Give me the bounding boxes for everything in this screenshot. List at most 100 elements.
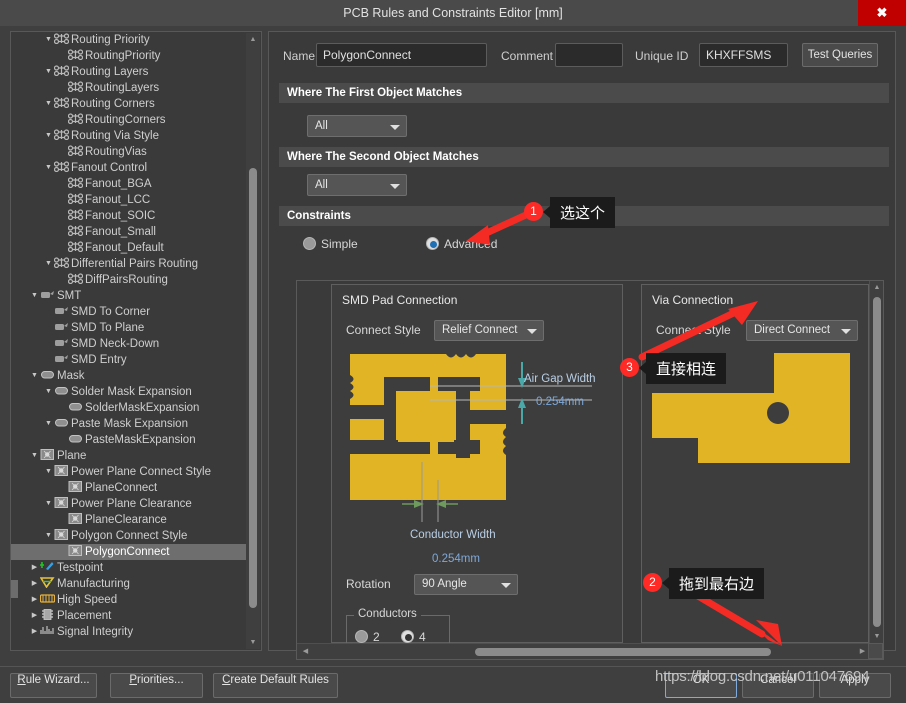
constraints-vscroll-thumb[interactable]	[873, 297, 881, 627]
tree-item-label: Fanout_SOIC	[85, 210, 156, 222]
tree-item-mask[interactable]: ▼ Mask	[11, 368, 247, 384]
plane-icon	[40, 449, 55, 461]
annotation-3-callout: 直接相连	[638, 353, 727, 384]
simple-radio[interactable]: Simple	[303, 236, 383, 252]
tree-item-polygon-connect-style[interactable]: ▼ Polygon Connect Style	[11, 528, 247, 544]
tree-item-testpoint[interactable]: ▶ Testpoint	[11, 560, 247, 576]
chevron-down-icon[interactable]: ▼	[29, 288, 40, 304]
chevron-down-icon[interactable]: ▼	[29, 368, 40, 384]
chevron-down-icon[interactable]: ▼	[43, 528, 54, 544]
tree-horizontal-scroll-marker[interactable]	[11, 580, 18, 598]
tree-item-routing-priority[interactable]: ▼ Routing Priority	[11, 32, 247, 48]
chevron-right-icon[interactable]: ▶	[29, 624, 40, 640]
tree-item-label: SMD Entry	[71, 354, 127, 366]
rotation-combo[interactable]: 90 Angle	[414, 574, 518, 595]
unique-id-input[interactable]	[699, 43, 788, 67]
chevron-down-icon[interactable]: ▼	[43, 160, 54, 176]
first-object-scope-combo[interactable]: All	[307, 115, 407, 137]
priorities-button[interactable]: Priorities...	[110, 673, 203, 698]
tree-item-routingvias[interactable]: RoutingVias	[11, 144, 247, 160]
tree-item-differential-pairs-routing[interactable]: ▼ Differential Pairs Routing	[11, 256, 247, 272]
routing-icon	[67, 145, 84, 157]
test-queries-button[interactable]: Test Queries	[802, 43, 878, 67]
tree-item-routing-via-style[interactable]: ▼ Routing Via Style	[11, 128, 247, 144]
chevron-right-icon[interactable]: ▶	[29, 576, 40, 592]
chevron-down-icon[interactable]: ▼	[43, 128, 54, 144]
chevron-down-icon[interactable]: ▼	[43, 464, 54, 480]
chevron-down-icon[interactable]: ▼	[29, 448, 40, 464]
tree-item-diffpairsrouting[interactable]: DiffPairsRouting	[11, 272, 247, 288]
rules-tree[interactable]: ▼ Routing Priority RoutingPriority ▼ Routing…	[11, 32, 247, 650]
tree-item-planeclearance[interactable]: PlaneClearance	[11, 512, 247, 528]
comment-input[interactable]	[555, 43, 623, 67]
scroll-left-icon[interactable]: ◀	[299, 644, 312, 659]
tree-item-power-plane-clearance[interactable]: ▼ Power Plane Clearance	[11, 496, 247, 512]
chevron-down-icon[interactable]: ▼	[43, 416, 54, 432]
tree-item-solder-mask-expansion[interactable]: ▼ Solder Mask Expansion	[11, 384, 247, 400]
tree-item-plane[interactable]: ▼ Plane	[11, 448, 247, 464]
constraints-horizontal-scrollbar[interactable]: ◀ ▶	[297, 643, 883, 659]
close-icon: ✖	[876, 5, 888, 20]
rule-wizard-label: ule Wizard...	[25, 674, 90, 686]
chevron-down-icon[interactable]: ▼	[43, 384, 54, 400]
chevron-down-icon[interactable]: ▼	[43, 64, 54, 80]
signal-icon	[40, 625, 55, 637]
tree-item-routing-layers[interactable]: ▼ Routing Layers	[11, 64, 247, 80]
tree-item-high-speed[interactable]: ▶ High Speed	[11, 592, 247, 608]
tree-item-fanout-soic[interactable]: Fanout_SOIC	[11, 208, 247, 224]
tree-item-fanout-lcc[interactable]: Fanout_LCC	[11, 192, 247, 208]
scroll-up-icon[interactable]: ▲	[870, 281, 883, 294]
create-default-rules-button[interactable]: Create Default Rules	[213, 673, 338, 698]
tree-item-pastemaskexpansion[interactable]: PasteMaskExpansion	[11, 432, 247, 448]
rule-wizard-button[interactable]: Rule Wizard...	[10, 673, 97, 698]
name-input[interactable]	[316, 43, 487, 67]
chevron-right-icon[interactable]: ▶	[29, 560, 40, 576]
tree-item-fanout-small[interactable]: Fanout_Small	[11, 224, 247, 240]
smt-icon	[54, 353, 69, 365]
tree-item-smd-neck-down[interactable]: SMD Neck-Down	[11, 336, 247, 352]
constraints-vertical-scrollbar[interactable]: ▲ ▼	[869, 281, 883, 643]
tree-scrollbar-thumb[interactable]	[249, 168, 257, 608]
tree-item-planeconnect[interactable]: PlaneConnect	[11, 480, 247, 496]
smd-connect-style-combo[interactable]: Relief Connect	[434, 320, 544, 341]
tree-item-routingpriority[interactable]: RoutingPriority	[11, 48, 247, 64]
chevron-right-icon[interactable]: ▶	[29, 608, 40, 624]
tree-item-routinglayers[interactable]: RoutingLayers	[11, 80, 247, 96]
scroll-down-icon[interactable]: ▼	[870, 630, 883, 643]
chevron-right-icon[interactable]: ▶	[29, 592, 40, 608]
tree-item-paste-mask-expansion[interactable]: ▼ Paste Mask Expansion	[11, 416, 247, 432]
routing-icon	[53, 97, 70, 109]
tree-item-power-plane-connect-style[interactable]: ▼ Power Plane Connect Style	[11, 464, 247, 480]
tree-item-smd-to-corner[interactable]: SMD To Corner	[11, 304, 247, 320]
tree-vertical-scrollbar[interactable]: ▲ ▼	[246, 33, 260, 649]
via-connect-style-combo[interactable]: Direct Connect	[746, 320, 858, 341]
tree-item-fanout-default[interactable]: Fanout_Default	[11, 240, 247, 256]
chevron-down-icon[interactable]: ▼	[43, 96, 54, 112]
smd-connect-style-label: Connect Style	[346, 323, 421, 337]
advanced-radio[interactable]: Advanced	[426, 236, 526, 252]
tree-item-smt[interactable]: ▼ SMT	[11, 288, 247, 304]
tree-item-fanout-control[interactable]: ▼ Fanout Control	[11, 160, 247, 176]
constraints-hscroll-thumb[interactable]	[475, 648, 771, 656]
scroll-down-icon[interactable]: ▼	[246, 636, 260, 649]
close-button[interactable]: ✖	[858, 0, 906, 26]
tree-item-label: Solder Mask Expansion	[71, 386, 192, 398]
chevron-down-icon[interactable]: ▼	[43, 32, 54, 48]
tree-item-label: RoutingCorners	[85, 114, 166, 126]
tree-item-polygonconnect[interactable]: PolygonConnect	[11, 544, 247, 560]
conductors-legend: Conductors	[354, 608, 421, 620]
tree-item-manufacturing[interactable]: ▶ Manufacturing	[11, 576, 247, 592]
chevron-down-icon[interactable]: ▼	[43, 256, 54, 272]
chevron-down-icon[interactable]: ▼	[43, 496, 54, 512]
tree-item-fanout-bga[interactable]: Fanout_BGA	[11, 176, 247, 192]
scroll-up-icon[interactable]: ▲	[246, 33, 260, 46]
tree-item-placement[interactable]: ▶ Placement	[11, 608, 247, 624]
second-object-scope-combo[interactable]: All	[307, 174, 407, 196]
chevron-down-icon	[390, 125, 400, 130]
tree-item-smd-to-plane[interactable]: SMD To Plane	[11, 320, 247, 336]
tree-item-routingcorners[interactable]: RoutingCorners	[11, 112, 247, 128]
tree-item-soldermaskexpansion[interactable]: SolderMaskExpansion	[11, 400, 247, 416]
tree-item-signal-integrity[interactable]: ▶ Signal Integrity	[11, 624, 247, 640]
tree-item-smd-entry[interactable]: SMD Entry	[11, 352, 247, 368]
tree-item-routing-corners[interactable]: ▼ Routing Corners	[11, 96, 247, 112]
